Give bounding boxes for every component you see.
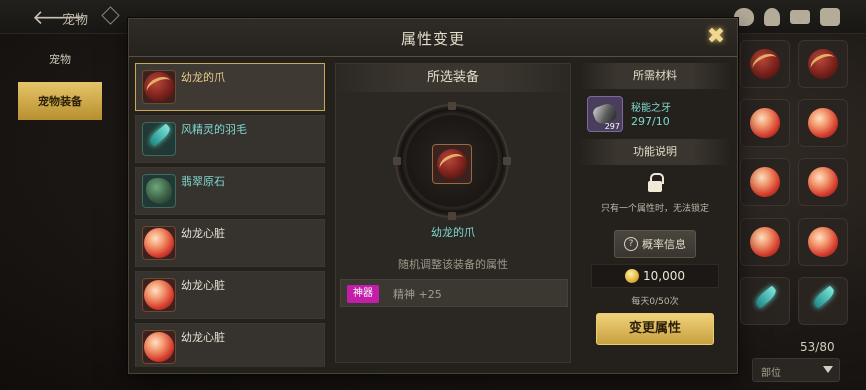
filter-select[interactable]: 部位	[752, 358, 840, 382]
selected-section-title: 所选装备	[336, 64, 570, 92]
heart-orb-icon	[144, 280, 174, 310]
feather-icon	[144, 124, 174, 154]
emerald-stone-icon	[146, 178, 172, 204]
attribute-row: 神器 精神 +25	[340, 279, 568, 307]
inventory-slot[interactable]	[740, 158, 790, 207]
heart-orb-icon	[750, 226, 780, 257]
claw-icon	[750, 49, 780, 79]
question-icon: ?	[624, 237, 638, 251]
material-have: 297/10	[631, 115, 670, 128]
claw-icon	[437, 149, 467, 179]
item-name: 翡翠原石	[181, 175, 225, 188]
attribute-change-dialog: 属性变更 ✖ 幼龙的爪 风精灵的羽毛 翡翠原石 幼龙心脏 幼龙心脏 幼龙心脏 所	[128, 18, 738, 374]
materials-panel: 所需材料 297 秘能之牙 297/10 功能说明 只有一个属性时，无法锁定 ?…	[579, 63, 731, 363]
tab-pet-equipment[interactable]: 宠物装备	[18, 82, 102, 120]
inventory-slot[interactable]	[798, 158, 848, 207]
inventory-slot[interactable]	[798, 276, 848, 325]
inventory-slot[interactable]	[798, 217, 848, 266]
inventory-slot[interactable]	[740, 99, 790, 148]
change-description: 随机调整该装备的属性	[398, 258, 508, 271]
top-title: 宠物	[62, 13, 89, 28]
inventory-slot[interactable]	[798, 99, 848, 148]
claw-icon	[808, 49, 838, 79]
attribute-text: 精神 +25	[393, 288, 442, 301]
close-icon[interactable]: ✖	[703, 25, 729, 51]
list-item[interactable]: 幼龙心脏	[135, 271, 325, 319]
filter-label: 部位	[761, 368, 781, 379]
left-tabs: 宠物 宠物装备	[18, 40, 130, 124]
selected-item-name: 幼龙的爪	[431, 226, 475, 239]
ring-notch	[503, 157, 511, 165]
item-slot	[142, 330, 176, 364]
ring-notch	[448, 102, 456, 110]
equipment-list: 幼龙的爪 风精灵的羽毛 翡翠原石 幼龙心脏 幼龙心脏 幼龙心脏	[135, 63, 325, 367]
heart-orb-icon	[808, 167, 838, 198]
top-icons	[734, 8, 840, 26]
list-item[interactable]: 幼龙心脏	[135, 323, 325, 367]
inventory-slot[interactable]	[798, 40, 848, 88]
item-name: 幼龙的爪	[181, 71, 225, 84]
item-slot	[142, 278, 176, 312]
ring-notch	[393, 157, 401, 165]
diamond-icon	[101, 6, 120, 25]
inventory-slot[interactable]	[740, 40, 790, 88]
gold-coin-icon	[625, 269, 639, 283]
change-attribute-button[interactable]: 变更属性	[596, 313, 714, 345]
heart-orb-icon	[750, 108, 780, 139]
daily-limit: 每天0/50次	[631, 297, 679, 307]
heart-orb-icon	[750, 167, 780, 198]
inventory-grid	[738, 40, 866, 330]
bell-icon[interactable]	[764, 8, 780, 26]
item-name: 幼龙心脏	[181, 331, 225, 344]
item-slot	[142, 70, 176, 104]
selected-item-slot[interactable]	[432, 144, 472, 184]
item-name: 幼龙心脏	[181, 227, 225, 240]
chevron-down-icon	[823, 366, 833, 373]
probability-label: 概率信息	[642, 238, 686, 251]
inventory-count: 53/80	[800, 340, 835, 354]
dialog-title: 属性变更	[400, 30, 465, 48]
feather-icon	[808, 286, 838, 316]
list-item[interactable]: 幼龙的爪	[135, 63, 325, 111]
tab-pet[interactable]: 宠物	[18, 40, 102, 78]
probability-info-button[interactable]: ? 概率信息	[614, 230, 696, 258]
material-slot[interactable]: 297	[587, 96, 623, 132]
item-slot	[142, 174, 176, 208]
list-item[interactable]: 翡翠原石	[135, 167, 325, 215]
claw-icon	[144, 72, 174, 102]
inventory-slot[interactable]	[740, 217, 790, 266]
artifact-badge: 神器	[347, 285, 379, 303]
item-name: 幼龙心脏	[181, 279, 225, 292]
inventory-slot[interactable]	[740, 276, 790, 325]
list-item[interactable]: 幼龙心脏	[135, 219, 325, 267]
dialog-header: 属性变更 ✖	[129, 19, 737, 57]
mail-icon[interactable]	[790, 10, 810, 24]
list-item[interactable]: 风精灵的羽毛	[135, 115, 325, 163]
feather-icon	[750, 286, 780, 316]
material-name: 秘能之牙	[631, 103, 671, 114]
function-description: 只有一个属性时，无法锁定	[600, 204, 709, 214]
gold-cost: 10,000	[591, 264, 719, 288]
selected-equipment-panel: 所选装备 幼龙的爪 随机调整该装备的属性 神器 精神 +25	[335, 63, 571, 363]
item-slot	[142, 122, 176, 156]
heart-orb-icon	[144, 332, 174, 362]
materials-section-title: 所需材料	[579, 63, 731, 89]
chat-icon[interactable]	[820, 8, 840, 26]
material-row: 297 秘能之牙 297/10	[579, 89, 731, 139]
ring-notch	[448, 212, 456, 220]
lock-icon	[647, 173, 664, 193]
material-count: 297	[604, 122, 620, 131]
heart-orb-icon	[808, 226, 838, 257]
function-section-title: 功能说明	[579, 139, 731, 165]
item-slot	[142, 226, 176, 260]
heart-orb-icon	[808, 108, 838, 139]
gold-amount: 10,000	[643, 269, 685, 283]
item-name: 风精灵的羽毛	[181, 123, 247, 136]
heart-orb-icon	[144, 228, 174, 258]
